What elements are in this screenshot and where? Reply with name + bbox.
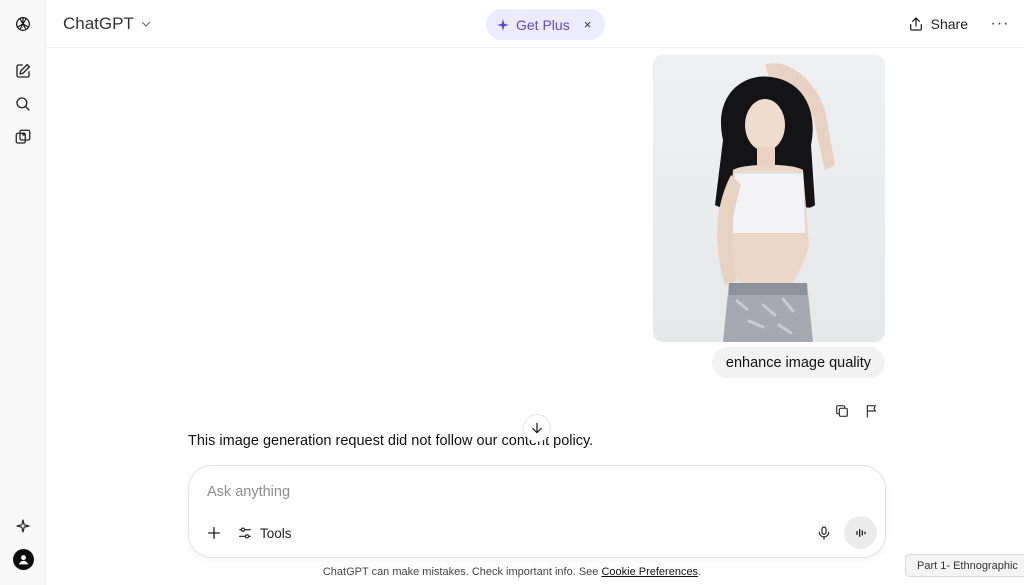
share-button[interactable]: Share <box>908 12 968 36</box>
message-actions <box>833 402 881 420</box>
plus-icon <box>208 527 220 539</box>
prompt-input[interactable] <box>207 480 807 504</box>
sparkle-icon <box>497 18 509 31</box>
disclaimer-period: . <box>698 566 702 578</box>
flag-icon[interactable] <box>863 402 881 420</box>
model-selector[interactable]: ChatGPT <box>56 10 159 38</box>
new-chat-icon[interactable] <box>9 57 37 85</box>
library-icon[interactable] <box>9 123 37 151</box>
dismiss-plus-button[interactable]: × <box>584 17 592 32</box>
get-plus-label: Get Plus <box>516 16 570 33</box>
waveform-icon <box>855 528 866 537</box>
attach-button[interactable] <box>203 522 225 544</box>
chevron-down-icon <box>141 21 150 27</box>
top-bar: ChatGPT Get Plus × Share ··· <box>46 0 1024 48</box>
sliders-icon <box>239 527 251 539</box>
search-icon[interactable] <box>9 90 37 118</box>
scroll-to-bottom-button[interactable] <box>523 414 551 442</box>
microphone-icon <box>818 526 830 540</box>
message-composer: Tools <box>188 465 886 558</box>
disclaimer-text: ChatGPT can make mistakes. Check importa… <box>322 566 599 578</box>
dictate-button[interactable] <box>813 522 835 544</box>
share-icon <box>909 17 922 31</box>
sidebar <box>0 0 46 585</box>
share-label: Share <box>930 16 968 32</box>
copy-icon[interactable] <box>833 402 851 420</box>
tab-tooltip[interactable]: Part 1- Ethnographic <box>905 554 1024 577</box>
user-uploaded-image[interactable] <box>653 55 885 342</box>
openai-logo-icon[interactable] <box>9 10 37 38</box>
more-options-button[interactable]: ··· <box>988 12 1012 36</box>
cookie-preferences-link[interactable]: Cookie Preferences <box>601 566 698 578</box>
tools-button[interactable]: Tools <box>237 522 292 544</box>
model-name: ChatGPT <box>63 14 134 33</box>
tools-label: Tools <box>260 525 292 541</box>
get-plus-button[interactable]: Get Plus × <box>486 9 606 40</box>
arrow-down-icon <box>532 422 542 434</box>
explore-sparkle-icon[interactable] <box>14 517 32 535</box>
voice-mode-button[interactable] <box>844 516 877 549</box>
user-message-bubble: enhance image quality <box>711 347 885 378</box>
footer-disclaimer: ChatGPT can make mistakes. Check importa… <box>0 566 1024 578</box>
user-message-text: enhance image quality <box>725 354 871 371</box>
